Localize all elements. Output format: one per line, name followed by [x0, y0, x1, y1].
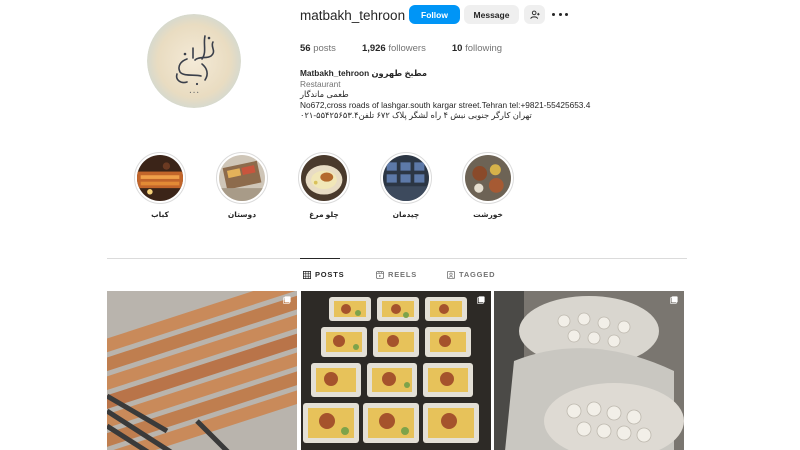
posts-stat-label: posts	[313, 43, 336, 54]
highlight-item[interactable]: کباب	[130, 152, 190, 219]
dumplings-image	[494, 291, 684, 450]
carousel-icon	[283, 296, 291, 304]
profile-bio: Matbakh_tehroon مطبخ طهرون Restaurant طع…	[300, 68, 590, 121]
carousel-icon	[477, 296, 485, 304]
post-thumbnail[interactable]	[107, 291, 297, 450]
more-dot	[558, 12, 562, 16]
carousel-icon	[670, 296, 678, 304]
highlight-label: کباب	[151, 210, 169, 219]
post-thumbnail[interactable]	[301, 291, 491, 450]
tab-tagged[interactable]: TAGGED	[447, 270, 495, 279]
highlight-label: دوستان	[227, 210, 257, 219]
posts-count: 56	[300, 43, 311, 54]
profile-category: Restaurant	[300, 78, 341, 89]
highlight-item[interactable]: خورشت	[458, 152, 518, 219]
profile-stats: 56 posts 1,926 followers 10 following	[300, 43, 528, 54]
followers-stat[interactable]: 1,926 followers	[362, 43, 426, 54]
highlight-ring	[216, 152, 268, 204]
stew-table-icon	[465, 155, 511, 201]
tabs-divider	[107, 258, 687, 259]
profile-avatar[interactable]: • • •	[147, 14, 241, 108]
bio-address-fa: تهران کارگر جنوبی نبش ۴ راه لشگر پلاک ۶۷…	[300, 110, 532, 121]
tagged-icon	[447, 270, 455, 279]
suggested-accounts-button[interactable]	[524, 5, 545, 24]
follow-button[interactable]: Follow	[409, 5, 460, 24]
food-trays-image	[301, 291, 491, 450]
kebab-skewers-image	[107, 291, 297, 450]
tab-posts-label: POSTS	[315, 270, 345, 279]
highlight-item[interactable]: دوستان	[212, 152, 272, 219]
profile-display-name: Matbakh_tehroon مطبخ طهرون	[300, 68, 428, 78]
message-button[interactable]: Message	[464, 5, 519, 24]
highlight-label: چیدمان	[392, 210, 420, 219]
friends-food-icon	[219, 155, 265, 201]
more-dot	[552, 12, 555, 16]
chicken-rice-icon	[301, 155, 347, 201]
kebab-grill-icon	[137, 155, 183, 201]
following-count: 10	[451, 43, 463, 54]
following-stat[interactable]: 10 following	[452, 43, 502, 54]
grid-icon	[303, 270, 311, 279]
reels-icon	[376, 270, 384, 279]
highlight-item[interactable]: چیدمان	[376, 152, 436, 219]
highlight-label: خورشت	[473, 210, 503, 219]
highlight-item[interactable]: چلو مرغ	[294, 152, 354, 219]
following-stat-label: following	[465, 43, 503, 54]
profile-username: matbakh_tehroon	[300, 8, 406, 23]
posts-stat: 56 posts	[300, 43, 336, 54]
add-person-icon	[529, 10, 540, 19]
bio-address-en: No672,cross roads of lashgar.south karga…	[300, 99, 591, 110]
bio-tagline: طعمی ماندگار	[300, 89, 349, 100]
followers-count: 1,926	[361, 43, 386, 54]
highlight-ring	[134, 152, 186, 204]
avatar-logo-image: • • •	[147, 14, 241, 108]
highlight-ring	[462, 152, 514, 204]
post-thumbnail[interactable]	[494, 291, 684, 450]
highlight-label: چلو مرغ	[309, 210, 339, 219]
highlight-ring	[298, 152, 350, 204]
followers-stat-label: followers	[388, 43, 426, 54]
tab-reels-label: REELS	[388, 270, 418, 279]
tab-reels[interactable]: REELS	[376, 270, 417, 279]
more-options-icon[interactable]	[552, 8, 568, 20]
trays-arrangement-icon	[383, 155, 429, 201]
active-tab-indicator	[300, 258, 340, 259]
svg-text:• • •: • • •	[189, 90, 199, 95]
highlight-ring	[380, 152, 432, 204]
tab-posts[interactable]: POSTS	[303, 270, 344, 279]
tab-tagged-label: TAGGED	[459, 270, 496, 279]
more-dot	[565, 12, 568, 16]
